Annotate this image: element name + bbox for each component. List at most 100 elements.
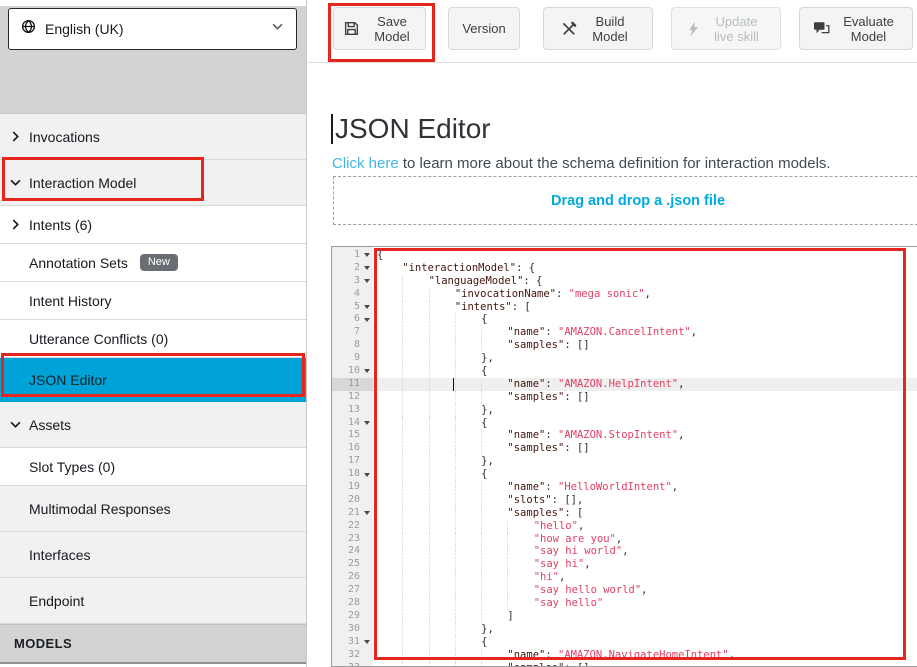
code-text: "say hi world", (534, 545, 629, 558)
editor-line-6: 6{ (332, 313, 917, 326)
code-text: "samples": [] (507, 662, 589, 667)
button-label: Version (462, 21, 505, 36)
fold-toggle-icon[interactable] (360, 636, 373, 649)
sidebar-item-interaction-model[interactable]: Interaction Model (0, 160, 306, 206)
fold-toggle-icon[interactable] (360, 301, 373, 314)
sidebar-item-assets[interactable]: Assets (0, 402, 306, 448)
button-label: Save Model (368, 14, 416, 44)
globe-icon (21, 19, 36, 39)
line-number: 15 (348, 429, 360, 442)
sidebar-item-label: Utterance Conflicts (0) (29, 331, 168, 347)
code-text: "hi", (534, 571, 566, 584)
code-text: ] (507, 610, 513, 623)
fold-toggle-icon[interactable] (360, 507, 373, 520)
editor-line-7: 7"name": "AMAZON.CancelIntent", (332, 326, 917, 339)
editor-line-28: 28"say hello" (332, 597, 917, 610)
line-number: 16 (348, 442, 360, 455)
sidebar-item-utterance-conflicts-0[interactable]: Utterance Conflicts (0) (0, 320, 306, 358)
code-text: }, (481, 455, 494, 468)
sidebar-item-label: Interfaces (29, 547, 90, 563)
sidebar-item-invocations[interactable]: Invocations (0, 114, 306, 160)
sidebar-item-label: Interaction Model (29, 175, 136, 191)
code-text: }, (481, 623, 494, 636)
sidebar-nav: InvocationsInteraction ModelIntents (6)A… (0, 114, 306, 664)
evaluate-icon (813, 21, 830, 36)
editor-line-26: 26"hi", (332, 571, 917, 584)
code-text: "samples": [] (507, 339, 589, 352)
code-text: "name": "AMAZON.CancelIntent", (507, 326, 697, 339)
fold-toggle-icon[interactable] (360, 275, 373, 288)
json-dropzone[interactable]: Drag and drop a .json file (333, 176, 917, 225)
line-number: 10 (348, 365, 360, 378)
code-text: "name": "AMAZON.NavigateHomeIntent", (507, 649, 735, 662)
editor-line-11: 11 "name": "AMAZON.HelpIntent", (332, 378, 917, 391)
json-code-editor[interactable]: 1{2"interactionModel": {3"languageModel"… (331, 246, 917, 667)
page-title: JSON Editor (331, 113, 491, 145)
sidebar-item-label: Invocations (29, 129, 100, 145)
editor-line-8: 8"samples": [] (332, 339, 917, 352)
editor-line-23: 23"how are you", (332, 533, 917, 546)
chevron-right-icon (10, 219, 21, 230)
button-label: Build Model (585, 14, 635, 44)
editor-line-17: 17}, (332, 455, 917, 468)
editor-line-33: 33"samples": [] (332, 662, 917, 667)
save-model-button[interactable]: Save Model (333, 7, 426, 50)
sidebar-item-intent-history[interactable]: Intent History (0, 282, 306, 320)
build-model-button[interactable]: Build Model (543, 7, 653, 50)
click-here-link[interactable]: Click here (332, 155, 399, 172)
sidebar-item-multimodal-responses[interactable]: Multimodal Responses (0, 486, 306, 532)
line-number: 25 (348, 558, 360, 571)
code-text: "say hi", (534, 558, 591, 571)
fold-toggle-icon[interactable] (360, 249, 373, 262)
editor-line-32: 32"name": "AMAZON.NavigateHomeIntent", (332, 649, 917, 662)
code-text: "slots": [], (507, 494, 583, 507)
editor-line-4: 4"invocationName": "mega sonic", (332, 288, 917, 301)
text-caret (331, 114, 333, 144)
sidebar-item-annotation-sets[interactable]: Annotation SetsNew (0, 244, 306, 282)
code-text: }, (481, 404, 494, 417)
lightning-icon (687, 21, 700, 37)
fold-toggle-icon[interactable] (360, 417, 373, 430)
editor-line-29: 29] (332, 610, 917, 623)
page-title-text: JSON Editor (335, 113, 491, 145)
code-text: "samples": [ (507, 507, 583, 520)
evaluate-model-button[interactable]: Evaluate Model (799, 7, 913, 50)
sidebar-item-slot-types-0[interactable]: Slot Types (0) (0, 448, 306, 486)
language-area: English (UK) CUSTOM (0, 6, 306, 114)
line-number: 13 (348, 404, 360, 417)
editor-line-5: 5"intents": [ (332, 301, 917, 314)
editor-line-27: 27"say hello world", (332, 584, 917, 597)
language-selector[interactable]: English (UK) (8, 8, 297, 50)
editor-line-9: 9}, (332, 352, 917, 365)
fold-toggle-icon[interactable] (360, 262, 373, 275)
sidebar-item-interfaces[interactable]: Interfaces (0, 532, 306, 578)
line-number: 18 (348, 468, 360, 481)
version-button[interactable]: Version (448, 7, 520, 50)
sidebar-item-label: Endpoint (29, 593, 84, 609)
line-number: 31 (348, 636, 360, 649)
code-text: "interactionModel": { (402, 262, 535, 275)
editor-line-22: 22"hello", (332, 520, 917, 533)
fold-toggle-icon[interactable] (360, 313, 373, 326)
update-live-skill-button[interactable]: Update live skill (671, 7, 781, 50)
code-text: "name": "AMAZON.HelpIntent", (507, 378, 684, 391)
schema-help-text: Click here to learn more about the schem… (332, 155, 831, 172)
sidebar-header-models: MODELS (0, 624, 306, 664)
build-icon (561, 21, 577, 37)
sidebar-item-json-editor[interactable]: JSON Editor (0, 358, 306, 402)
sidebar-item-label: Intent History (29, 293, 111, 309)
line-number: 29 (348, 610, 360, 623)
editor-line-30: 30}, (332, 623, 917, 636)
code-text: { (481, 313, 487, 326)
sidebar-item-endpoint[interactable]: Endpoint (0, 578, 306, 624)
fold-toggle-icon[interactable] (360, 468, 373, 481)
code-text: "intents": [ (455, 301, 531, 314)
sidebar: English (UK) CUSTOM Invocations Interacti… (0, 0, 307, 667)
editor-line-21: 21"samples": [ (332, 507, 917, 520)
fold-toggle-icon[interactable] (360, 365, 373, 378)
sidebar-item-label: JSON Editor (29, 372, 107, 388)
schema-help-rest: to learn more about the schema definitio… (399, 155, 831, 172)
sidebar-item-intents-6[interactable]: Intents (6) (0, 206, 306, 244)
line-number: 11 (348, 378, 360, 391)
editor-line-14: 14{ (332, 417, 917, 430)
